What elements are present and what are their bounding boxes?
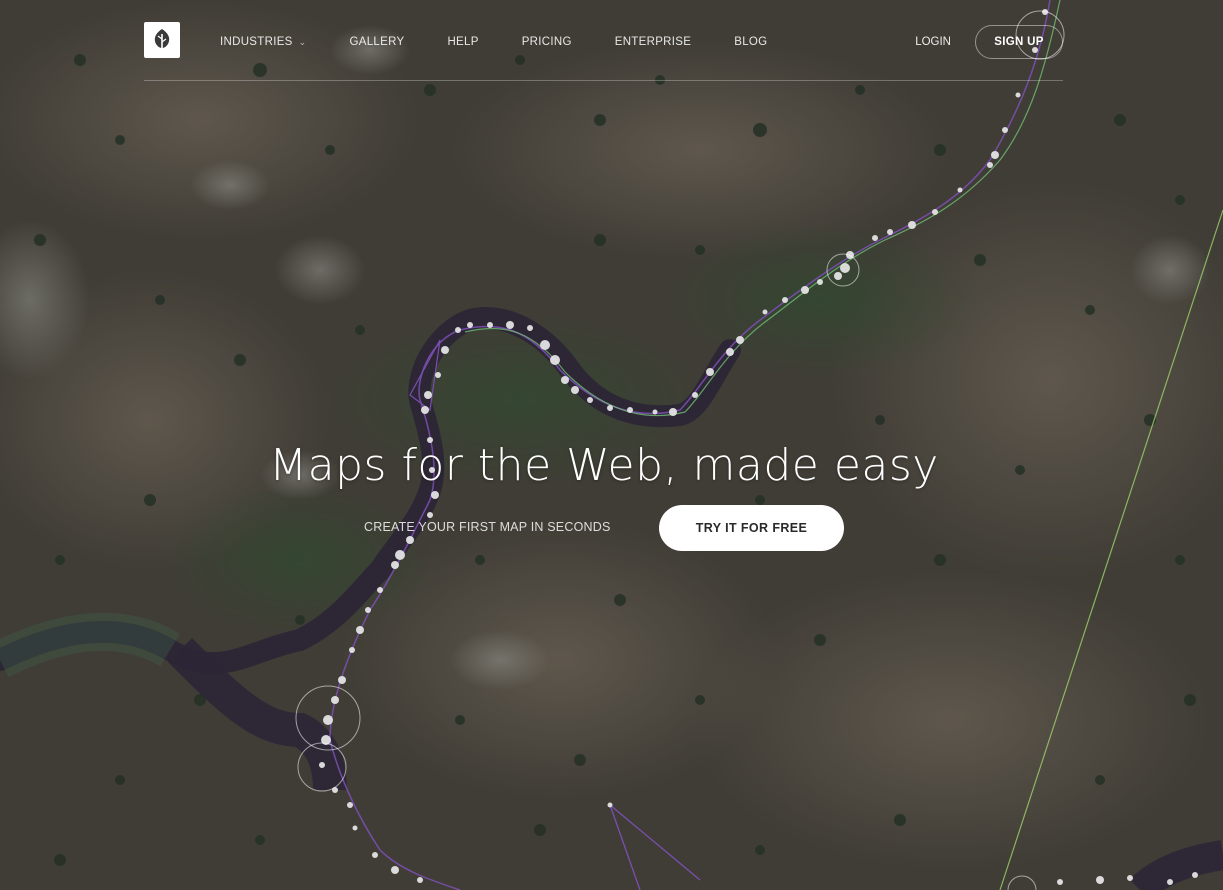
chevron-down-icon: ⌄ bbox=[298, 36, 307, 47]
try-it-free-button[interactable]: TRY IT FOR FREE bbox=[659, 505, 844, 551]
nav-gallery[interactable]: GALLERY bbox=[350, 36, 405, 48]
nav-enterprise[interactable]: ENTERPRISE bbox=[615, 36, 692, 48]
leaf-icon bbox=[154, 29, 170, 51]
hero-subtitle: CREATE YOUR FIRST MAP IN SECONDS bbox=[364, 520, 611, 534]
nav-blog[interactable]: BLOG bbox=[734, 36, 767, 48]
top-nav: INDUSTRIES ⌄ GALLERY HELP PRICING ENTERP… bbox=[144, 22, 1063, 81]
signup-button[interactable]: SIGN UP bbox=[975, 25, 1063, 59]
nav-help[interactable]: HELP bbox=[447, 36, 478, 48]
login-link[interactable]: LOGIN bbox=[915, 36, 951, 48]
nav-pricing[interactable]: PRICING bbox=[522, 36, 572, 48]
logo[interactable] bbox=[144, 22, 180, 58]
nav-links: INDUSTRIES ⌄ GALLERY HELP PRICING ENTERP… bbox=[220, 22, 810, 62]
hero-title: Maps for the Web, made easy bbox=[269, 440, 939, 491]
landing-page: INDUSTRIES ⌄ GALLERY HELP PRICING ENTERP… bbox=[0, 0, 1223, 890]
nav-industries[interactable]: INDUSTRIES ⌄ bbox=[220, 36, 307, 48]
nav-industries-label: INDUSTRIES bbox=[220, 36, 293, 48]
nav-account: LOGIN SIGN UP bbox=[915, 22, 1063, 62]
